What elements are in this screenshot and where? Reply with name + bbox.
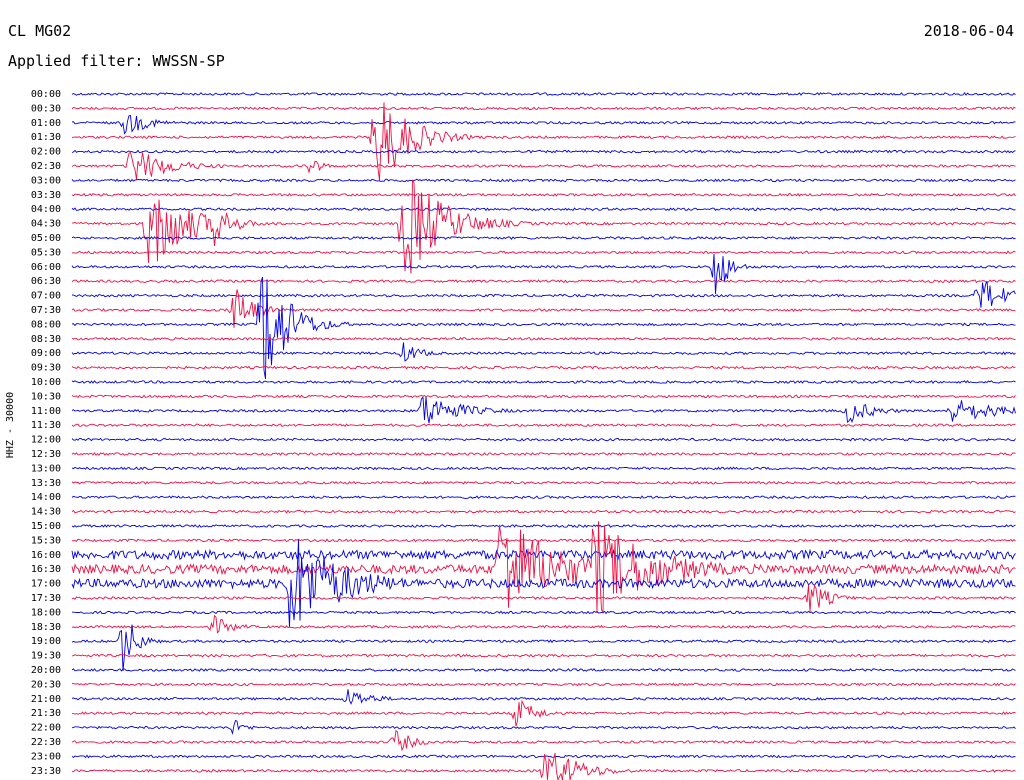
time-tick-label: 03:00 [31, 175, 61, 186]
time-tick-label: 01:30 [31, 132, 61, 143]
trace-line [71, 114, 1016, 135]
time-tick-label: 13:30 [31, 478, 61, 489]
time-tick-label: 08:00 [31, 319, 61, 330]
time-tick-label: 17:30 [31, 593, 61, 604]
trace-line [71, 396, 1016, 424]
trace-line [71, 509, 1016, 514]
time-tick-label: 14:30 [31, 507, 61, 518]
trace-line [71, 524, 1016, 528]
trace-line [71, 178, 1016, 183]
trace-line [71, 336, 1016, 341]
time-tick-label: 15:30 [31, 535, 61, 546]
time-tick-label: 19:00 [31, 636, 61, 647]
trace-line [71, 207, 1016, 212]
trace-line [71, 614, 1016, 634]
channel-label: HHZ - 30000 [5, 392, 16, 458]
time-tick-label: 05:00 [31, 233, 61, 244]
time-tick-label: 08:30 [31, 334, 61, 345]
trace-line [71, 276, 1016, 379]
trace-line [71, 624, 1016, 671]
time-tick-label: 09:30 [31, 363, 61, 374]
time-tick-label: 03:30 [31, 190, 61, 201]
trace-line [71, 521, 1016, 614]
trace-line [71, 394, 1016, 399]
trace-line [72, 699, 1016, 727]
time-tick-label: 10:00 [31, 377, 61, 388]
time-tick-label: 23:00 [31, 751, 61, 762]
trace-line [71, 682, 1016, 687]
time-tick-label: 11:00 [31, 406, 61, 417]
time-tick-label: 18:30 [31, 622, 61, 633]
trace-line [71, 719, 1016, 735]
trace-line [71, 452, 1016, 456]
trace-line [71, 423, 1016, 428]
time-tick-label: 21:00 [31, 694, 61, 705]
trace-line [71, 279, 1016, 284]
trace-line [71, 668, 1016, 672]
trace-line [72, 538, 1016, 543]
time-tick-label: 22:00 [31, 723, 61, 734]
time-tick-label: 11:30 [31, 420, 61, 431]
trace-line [71, 253, 1016, 295]
time-tick-label: 02:00 [31, 147, 61, 158]
time-tick-label: 14:00 [31, 492, 61, 503]
trace-line [71, 342, 1016, 362]
time-tick-label: 17:00 [31, 579, 61, 590]
time-tick-label: 23:30 [31, 766, 61, 777]
time-tick-label: 10:30 [31, 391, 61, 402]
time-tick-label: 00:00 [31, 89, 61, 100]
trace-line [71, 584, 1016, 612]
trace-line [71, 548, 1016, 561]
trace-line [71, 281, 1016, 308]
time-tick-label: 15:00 [31, 521, 61, 532]
time-tick-label: 20:00 [31, 665, 61, 676]
time-tick-label: 07:30 [31, 305, 61, 316]
time-tick-label: 02:30 [31, 161, 61, 172]
time-tick-label: 04:00 [31, 204, 61, 215]
trace-line [71, 689, 1016, 705]
time-tick-label: 12:30 [31, 449, 61, 460]
time-tick-label: 06:00 [31, 262, 61, 273]
time-tick-labels: 00:00 00:30 01:00 01:30 02:00 02:30 03:00 03:30… [31, 89, 61, 777]
trace-line [71, 380, 1016, 384]
trace-line [71, 480, 1016, 485]
time-tick-label: 07:00 [31, 291, 61, 302]
trace-line [71, 653, 1016, 658]
trace-line [71, 495, 1016, 500]
time-tick-label: 09:00 [31, 348, 61, 359]
trace-line [71, 466, 1016, 471]
time-tick-label: 22:30 [31, 737, 61, 748]
time-tick-label: 18:00 [31, 607, 61, 618]
time-tick-label: 00:30 [31, 103, 61, 114]
trace-line [71, 365, 1016, 370]
time-tick-label: 19:30 [31, 651, 61, 662]
time-tick-label: 12:00 [31, 435, 61, 446]
trace-line [71, 102, 1016, 181]
time-tick-label: 05:30 [31, 247, 61, 258]
trace-line [71, 754, 1016, 759]
trace-line [71, 151, 1016, 180]
helicorder-plot: 00:00 00:30 01:00 01:30 02:00 02:30 03:00 03:30… [5, 89, 1016, 780]
time-tick-label: 04:30 [31, 219, 61, 230]
time-tick-label: 20:30 [31, 679, 61, 690]
trace-line [71, 729, 1016, 752]
trace-line [71, 106, 1016, 111]
seismogram-traces [71, 91, 1016, 780]
time-tick-label: 21:30 [31, 708, 61, 719]
trace-line [71, 437, 1016, 442]
time-tick-label: 16:30 [31, 564, 61, 575]
trace-line [71, 192, 1016, 197]
time-tick-label: 06:30 [31, 276, 61, 287]
trace-line [71, 149, 1016, 154]
trace-line [72, 753, 1016, 780]
trace-line [71, 250, 1016, 255]
trace-line [71, 91, 1016, 96]
time-tick-label: 01:00 [31, 118, 61, 129]
time-tick-label: 16:00 [31, 550, 61, 561]
trace-line [71, 610, 1016, 615]
time-tick-label: 13:00 [31, 463, 61, 474]
